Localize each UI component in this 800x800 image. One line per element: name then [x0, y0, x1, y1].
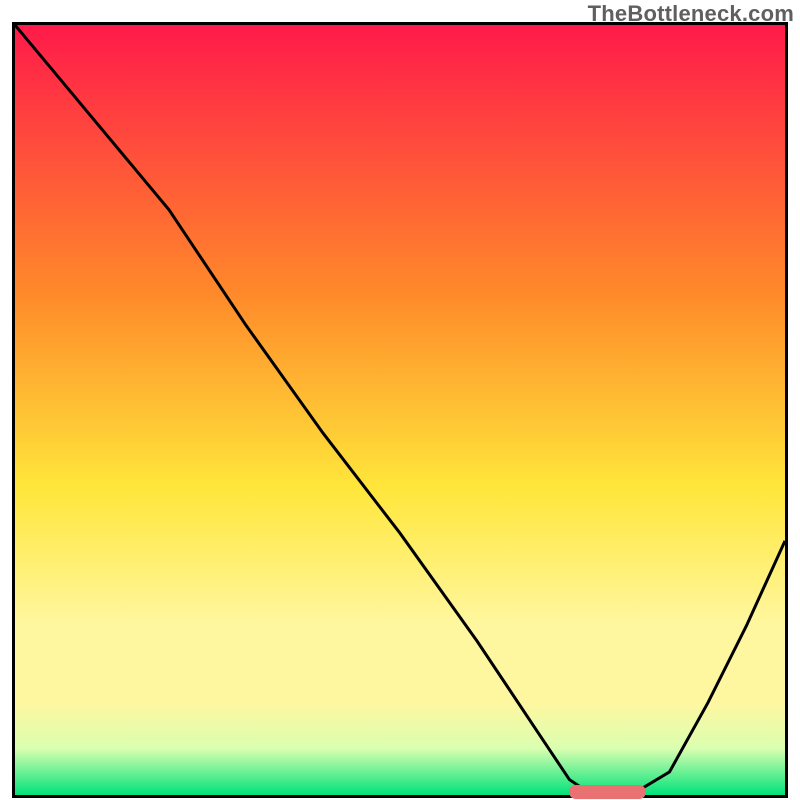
bottleneck-chart: [15, 25, 785, 795]
gradient-background: [15, 25, 785, 795]
optimal-range-marker: [569, 785, 646, 799]
chart-frame: [12, 22, 788, 798]
